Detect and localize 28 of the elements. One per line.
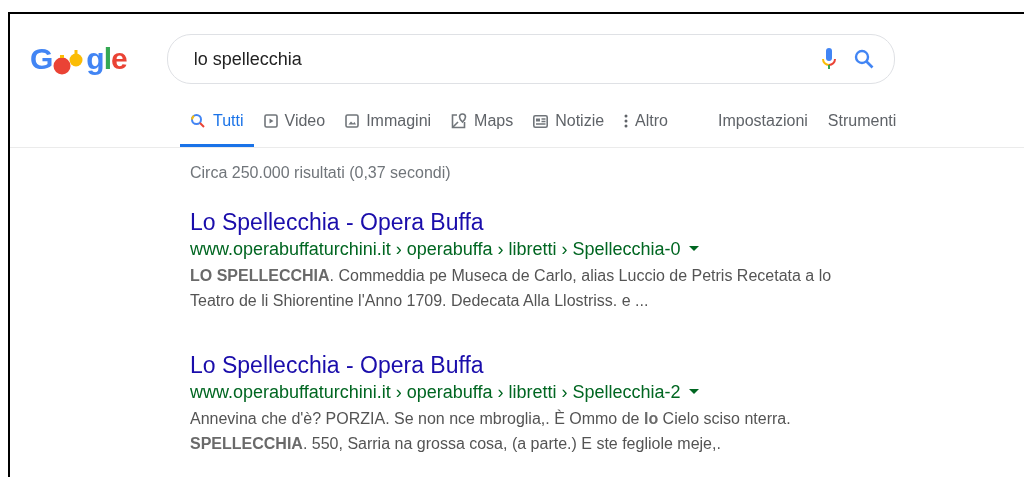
image-icon: [345, 114, 360, 128]
nav-tab[interactable]: Maps: [441, 98, 524, 147]
more-icon: [624, 114, 629, 128]
search-field[interactable]: lo spellecchia: [191, 47, 804, 71]
nav-tab[interactable]: Notizie: [523, 98, 615, 147]
nav-tab[interactable]: Immagini: [335, 98, 442, 147]
nav-tab[interactable]: Altro: [614, 98, 678, 147]
result-url: www.operabuffaturchini.it › operabuffa › libretti › Spellecchia-2: [190, 381, 681, 404]
logo[interactable]: G gle: [30, 42, 127, 76]
result-snippet: LO SPELLECCHIA. Commeddia pe Museca de Carlo, alias Luccio de Petris Recetata a lo Teatro de li Shiorentine l'Anno 1709. Dedecata Alla Llostriss. e ...: [190, 266, 833, 311]
nav-tab[interactable]: Video: [253, 98, 336, 147]
play-icon: [263, 114, 278, 128]
dropdown-caret-icon[interactable]: [688, 246, 699, 252]
news-icon: [533, 114, 549, 128]
result-title-link[interactable]: Lo Spellecchia - Opera Buffa: [190, 351, 484, 379]
result-title-link[interactable]: Lo Spellecchia - Opera Buffa: [190, 208, 484, 236]
dropdown-caret-icon[interactable]: [688, 389, 699, 395]
search-icon[interactable]: [853, 49, 874, 69]
result-stats: Circa 250.000 risultati (0,37 secondi): [190, 164, 452, 182]
search-icon: [190, 113, 206, 129]
map-pin-icon: [451, 113, 468, 129]
result-url: www.operabuffaturchini.it › operabuffa › libretti › Spellecchia-0: [190, 238, 681, 261]
result-snippet: Annevina che d'è? PORZIA. Se non nce mbroglia,. È Ommo de lo Cielo sciso nterra. SPELLECCHIA. 550, Sarria na grossa cosa, (a parte.) E ste fegliole meje,.: [190, 408, 792, 454]
microphone-icon[interactable]: [821, 48, 836, 70]
search-bar[interactable]: lo spellecchia: [166, 34, 895, 84]
nav-tab[interactable]: Tutti: [180, 98, 254, 147]
nav-link[interactable]: Strumenti: [817, 98, 907, 147]
nav-link[interactable]: Impostazioni: [708, 98, 818, 147]
